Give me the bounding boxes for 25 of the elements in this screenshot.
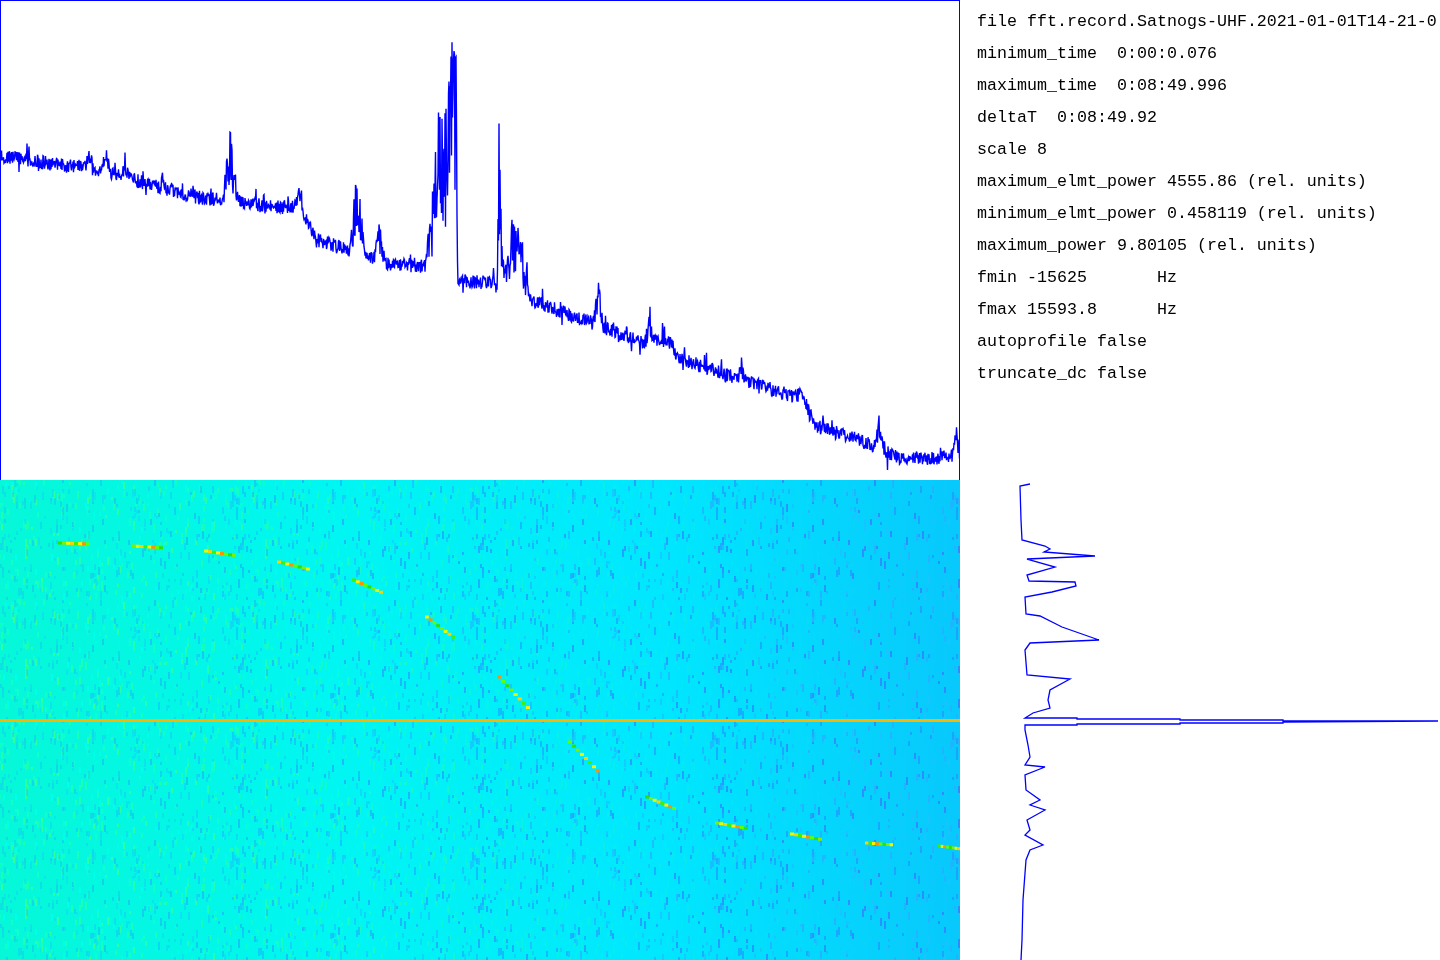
info-line: file fft.record.Satnogs-UHF.2021-01-01T14-21-0 [977,12,1437,32]
signal-trace [204,549,236,557]
info-line: fmax 15593.8 Hz [977,300,1177,320]
info-line: fmin -15625 Hz [977,268,1177,288]
info-line: autoprofile false [977,332,1147,352]
info-line: maximum_power 9.80105 (rel. units) [977,236,1317,256]
signal-trace [277,560,310,571]
signal-trace [58,541,90,546]
signal-trace [497,675,530,710]
info-line: deltaT 0:08:49.92 [977,108,1157,128]
signal-trace [865,841,893,847]
info-line: minimum_elmt_power 0.458119 (rel. units) [977,204,1377,224]
info-line: truncate_dc false [977,364,1147,384]
info-line: minimum_time 0:00:0.076 [977,44,1217,64]
info-line: maximum_elmt_power 4555.86 (rel. units) [977,172,1367,192]
info-line: scale 8 [977,140,1047,160]
signal-trace [132,544,163,550]
signal-trace [352,578,383,594]
info-line: maximum_time 0:08:49.996 [977,76,1227,96]
signal-trace [790,832,822,841]
signal-trace [425,615,455,639]
signal-trace [715,821,748,830]
signal-trace [645,795,676,810]
signal-trace [938,844,960,851]
signal-trace [568,740,600,773]
